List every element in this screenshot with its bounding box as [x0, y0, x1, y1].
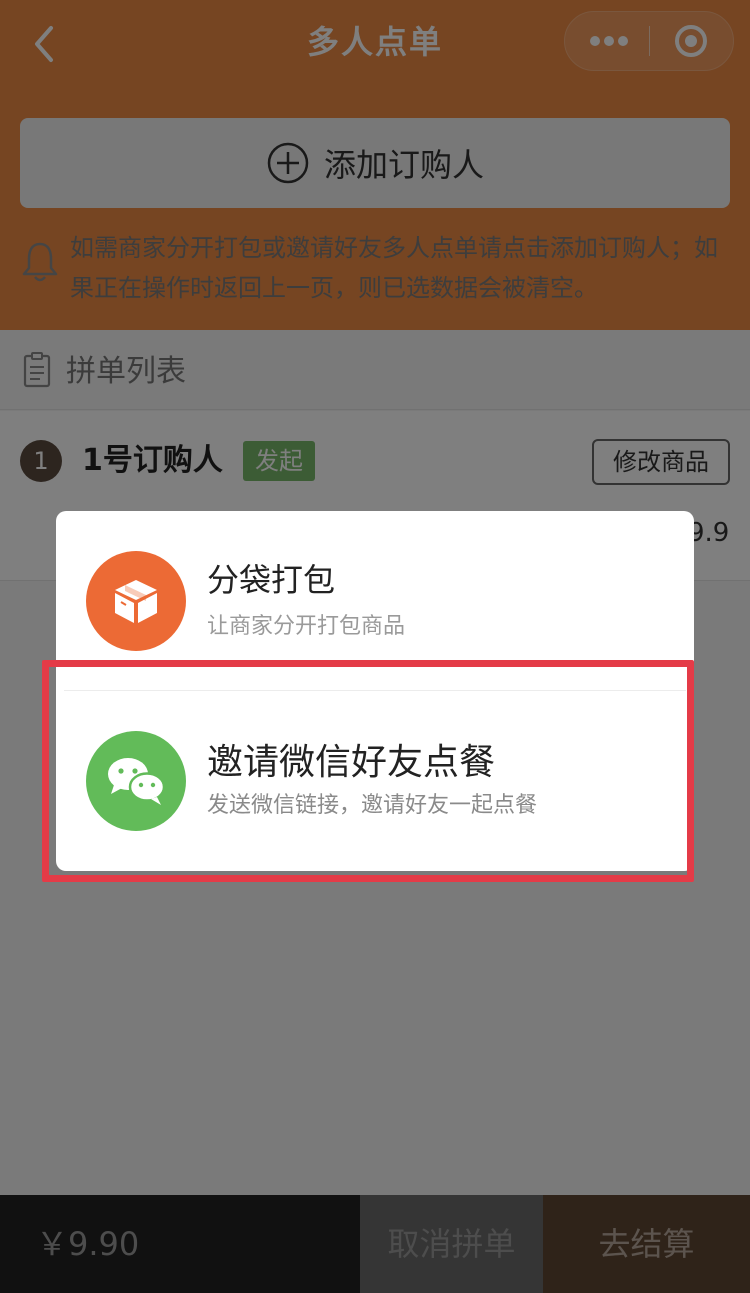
- separate-packing-title[interactable]: 分袋打包: [207, 558, 335, 602]
- highlight-annotation: [42, 660, 694, 882]
- box-icon: [115, 580, 157, 623]
- separate-packing-description: 让商家分开打包商品: [207, 614, 406, 639]
- separate-packing-option[interactable]: [86, 551, 186, 651]
